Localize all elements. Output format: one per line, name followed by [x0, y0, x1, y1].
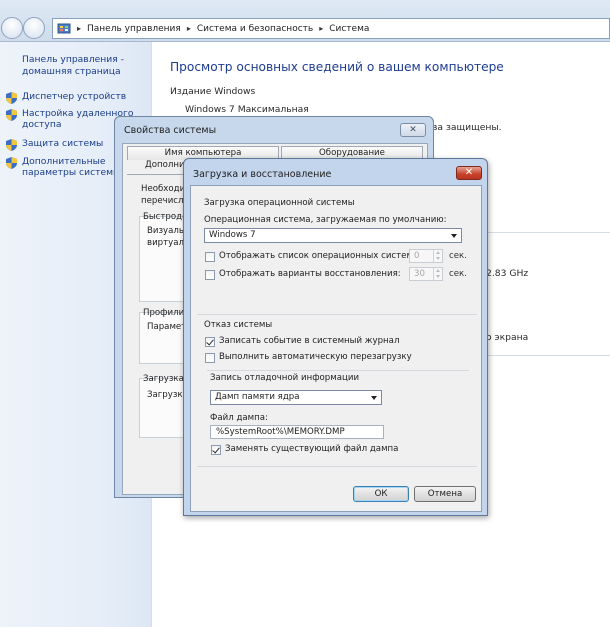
show-os-list-label: Отображать список операционных систем: — [219, 251, 416, 261]
breadcrumb-item[interactable]: Система и безопасность — [197, 24, 313, 34]
device-manager-link[interactable]: Диспетчер устройств — [5, 91, 153, 105]
write-event-label: Записать событие в системный журнал — [219, 336, 400, 346]
section-divider — [488, 355, 610, 356]
control-panel-icon — [57, 23, 71, 33]
os-list-seconds-stepper[interactable]: 0 — [409, 249, 443, 263]
page-title: Просмотр основных сведений о вашем компь… — [170, 60, 504, 74]
overwrite-dump-label: Заменять существующий файл дампа — [225, 444, 399, 454]
shield-icon — [6, 139, 17, 151]
default-os-value: Windows 7 — [209, 230, 256, 240]
recovery-seconds-stepper[interactable]: 30 — [409, 267, 443, 281]
show-os-list-checkbox[interactable] — [205, 252, 215, 262]
default-os-label: Операционная система, загружаемая по умо… — [204, 215, 447, 225]
dump-file-input[interactable]: %SystemRoot%\MEMORY.DMP — [210, 425, 384, 439]
startup-recovery-dialog: Загрузка и восстановление ✕ Загрузка опе… — [183, 158, 488, 516]
dump-type-value: Дамп памяти ядра — [215, 392, 300, 402]
seconds-label: сек. — [449, 251, 467, 261]
edition-value: Windows 7 Максимальная — [185, 104, 309, 115]
breadcrumb-item[interactable]: Панель управления — [87, 24, 181, 34]
section-divider — [197, 314, 477, 315]
close-button[interactable]: ✕ — [456, 166, 482, 180]
breadcrumb-chevron-icon: ▸ — [319, 24, 324, 33]
dialog-body: Загрузка операционной системы Операционн… — [190, 185, 482, 512]
dump-file-label: Файл дампа: — [210, 413, 268, 423]
back-button[interactable] — [1, 17, 23, 39]
ok-button[interactable]: ОК — [353, 486, 409, 502]
write-event-checkbox[interactable] — [205, 337, 215, 347]
breadcrumb-item[interactable]: Система — [329, 24, 369, 34]
auto-restart-checkbox[interactable] — [205, 353, 215, 363]
default-os-select[interactable]: Windows 7 — [204, 228, 462, 243]
chevron-down-icon — [371, 396, 377, 400]
performance-label: Быстроде — [143, 212, 188, 222]
pen-touch-text: о экрана — [486, 332, 529, 343]
address-toolbar: ▸ Панель управления ▸ Система и безопасн… — [0, 0, 610, 42]
cancel-button[interactable]: Отмена — [414, 486, 476, 502]
window-title: Свойства системы — [124, 125, 217, 136]
section-divider — [207, 370, 469, 371]
failure-section-label: Отказ системы — [204, 320, 273, 330]
shield-icon — [6, 157, 17, 169]
breadcrumb-chevron-icon: ▸ — [77, 24, 82, 33]
cpu-speed-text: 2.83 GHz — [486, 268, 529, 279]
show-recovery-label: Отображать варианты восстановления: — [219, 269, 401, 279]
auto-restart-label: Выполнить автоматическую перезагрузку — [219, 352, 412, 362]
section-divider — [488, 232, 610, 233]
breadcrumb-chevron-icon: ▸ — [186, 24, 191, 33]
section-divider — [197, 466, 477, 467]
debug-section-label: Запись отладочной информации — [210, 373, 360, 383]
dump-type-select[interactable]: Дамп памяти ядра — [210, 390, 382, 405]
spin-down-icon[interactable] — [433, 256, 442, 262]
address-bar[interactable]: ▸ Панель управления ▸ Система и безопасн… — [52, 18, 610, 39]
boot-section-label: Загрузка операционной системы — [204, 198, 355, 208]
dialog-title: Загрузка и восстановление — [193, 169, 332, 180]
close-button[interactable]: ✕ — [400, 123, 426, 137]
show-recovery-checkbox[interactable] — [205, 270, 215, 280]
forward-button[interactable] — [23, 17, 45, 39]
control-panel-home-link[interactable]: Панель управления - домашняя страница — [22, 54, 147, 78]
spin-down-icon[interactable] — [433, 274, 442, 280]
copyright-text: ва защищены. — [432, 122, 502, 133]
overwrite-dump-checkbox[interactable] — [211, 445, 221, 455]
shield-icon — [6, 109, 17, 121]
chevron-down-icon — [451, 234, 457, 238]
edition-heading: Издание Windows — [170, 86, 256, 97]
seconds-label: сек. — [449, 269, 467, 279]
shield-icon — [6, 92, 17, 104]
